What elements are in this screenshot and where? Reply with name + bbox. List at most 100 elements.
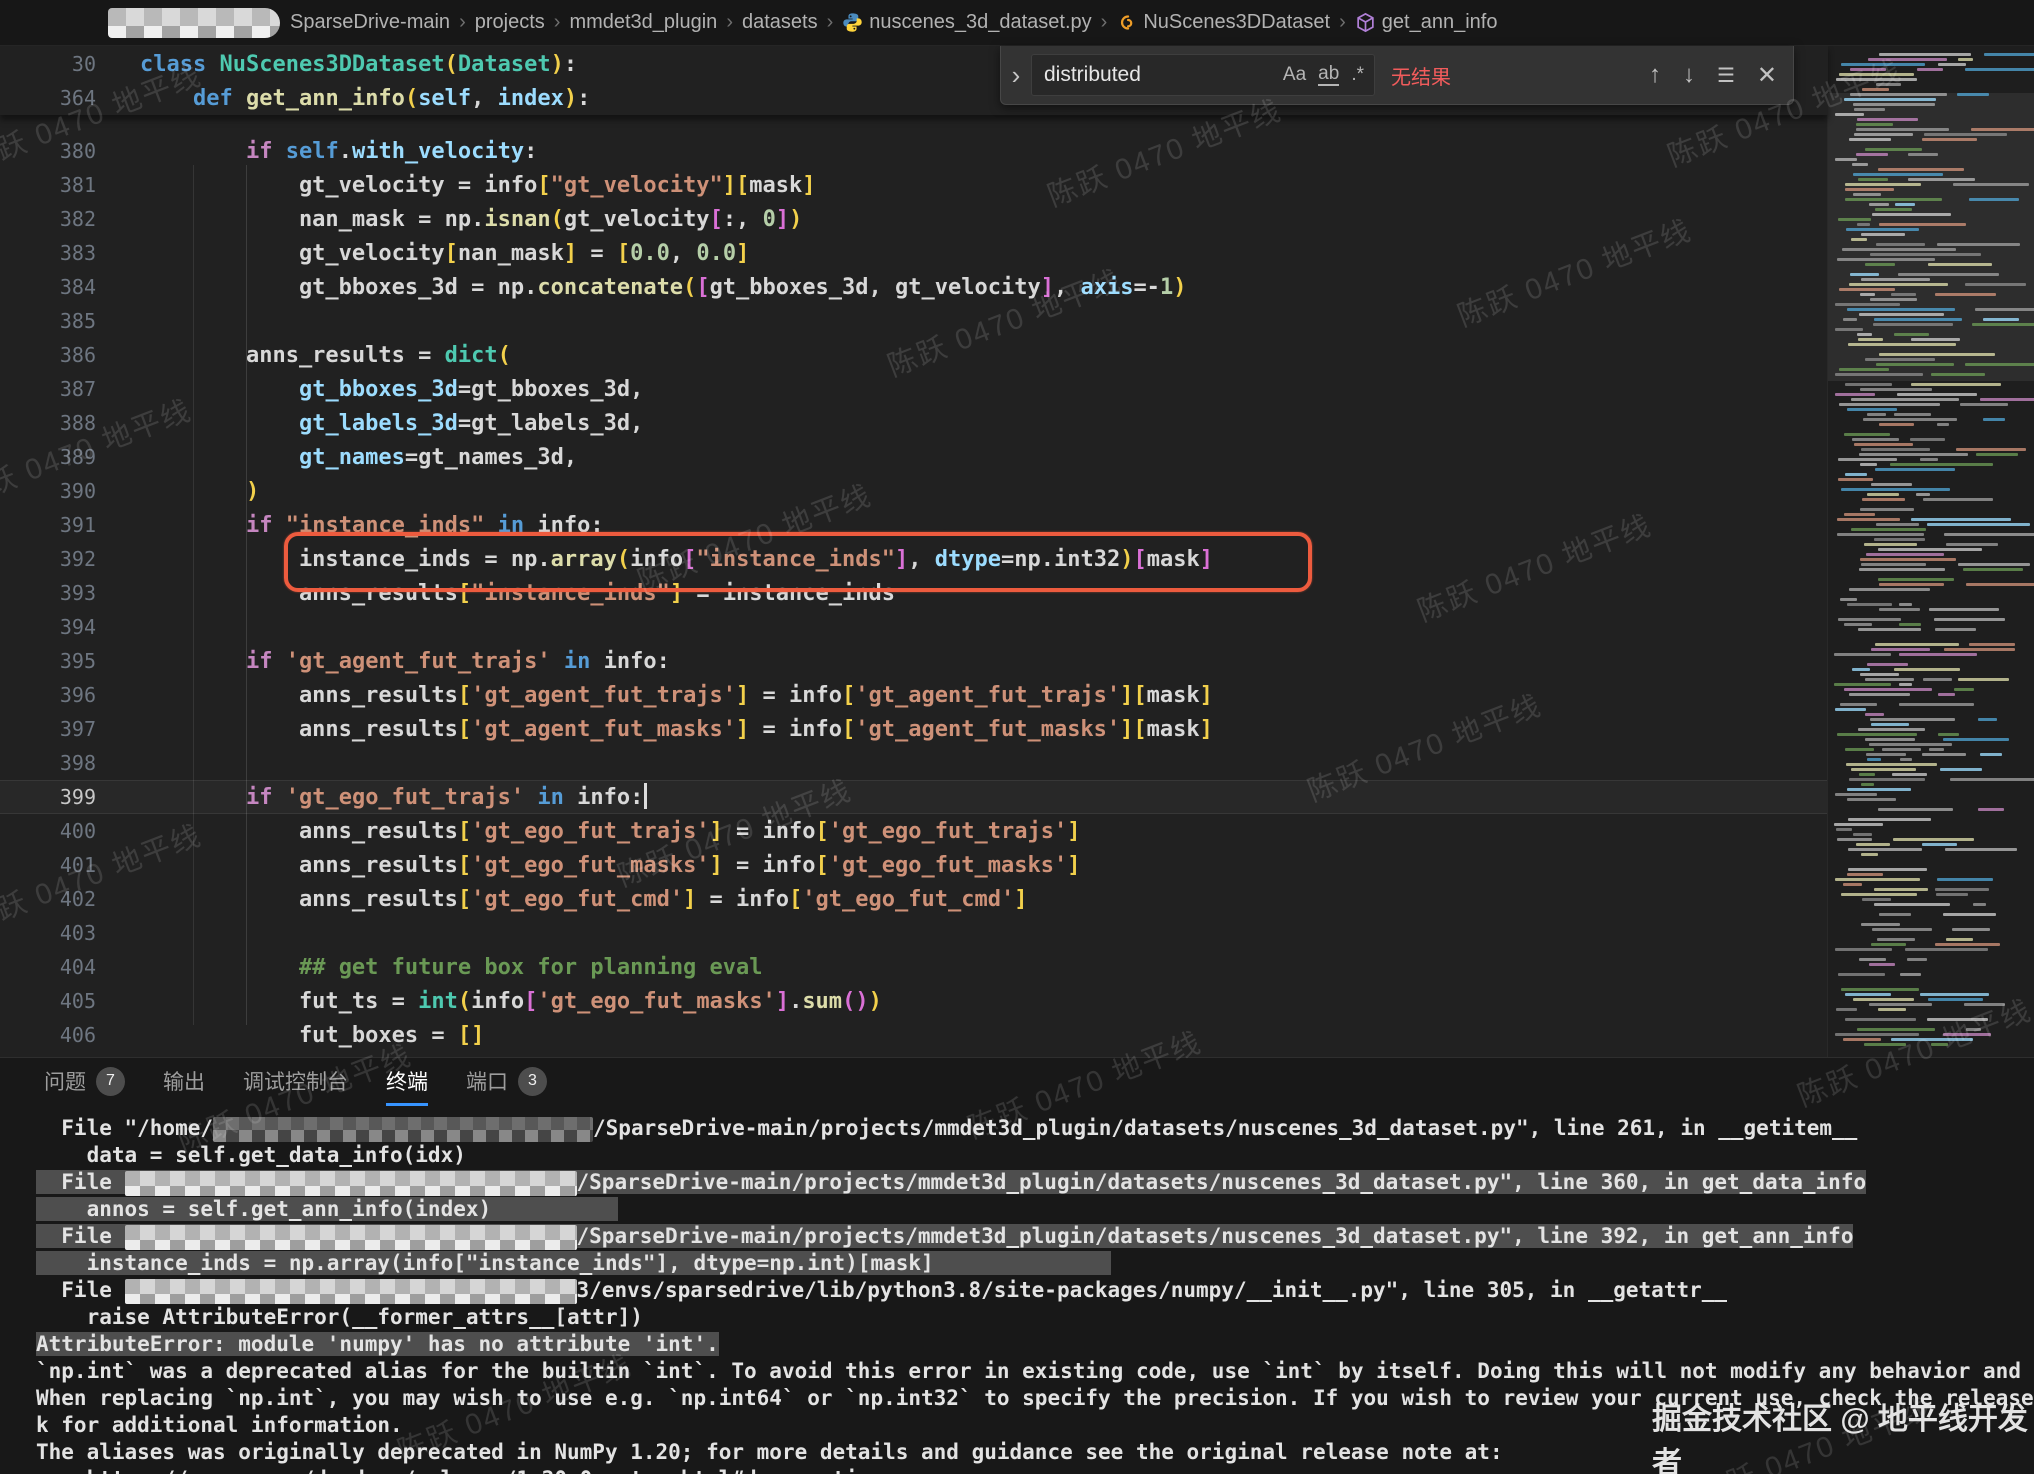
- terminal-line[interactable]: data = self.get_data_info(idx): [36, 1142, 2034, 1169]
- code-line-401[interactable]: 401 anns_results['gt_ego_fut_masks'] = i…: [0, 848, 1828, 882]
- terminal-line[interactable]: AttributeError: module 'numpy' has no at…: [36, 1331, 2034, 1358]
- code-line-405[interactable]: 405 fut_ts = int(info['gt_ego_fut_masks'…: [0, 984, 1828, 1018]
- code-editor[interactable]: 380 if self.with_velocity:381 gt_velocit…: [0, 45, 2034, 1057]
- tab-label: 终端: [386, 1066, 428, 1096]
- terminal-line[interactable]: annos = self.get_ann_info(index): [36, 1196, 2034, 1223]
- line-number: 380: [0, 134, 96, 168]
- breadcrumb-label: NuScenes3DDataset: [1143, 11, 1330, 34]
- regex-toggle[interactable]: .*: [1351, 64, 1364, 86]
- next-match-button[interactable]: ↓: [1683, 61, 1695, 89]
- breadcrumb-item-nuscenes-3d-dataset-py[interactable]: nuscenes_3d_dataset.py: [842, 11, 1091, 34]
- code-line-406[interactable]: 406 fut_boxes = []: [0, 1018, 1828, 1052]
- code-line-396[interactable]: 396 anns_results['gt_agent_fut_trajs'] =…: [0, 678, 1828, 712]
- code-line-392[interactable]: 392 instance_inds = np.array(info["insta…: [0, 542, 1828, 576]
- code-line-387[interactable]: 387 gt_bboxes_3d=gt_bboxes_3d,: [0, 372, 1828, 406]
- code-line-402[interactable]: 402 anns_results['gt_ego_fut_cmd'] = inf…: [0, 882, 1828, 916]
- breadcrumb-item-get-ann-info[interactable]: get_ann_info: [1355, 11, 1498, 34]
- breadcrumb-item-nuscenes3ddataset[interactable]: NuScenes3DDataset: [1116, 11, 1330, 34]
- code-text: ): [140, 479, 259, 504]
- code-text: anns_results["instance_inds"] = instance…: [140, 581, 895, 606]
- code-text: class NuScenes3DDataset(Dataset):: [140, 52, 577, 77]
- terminal-line[interactable]: File /SparseDrive-main/projects/mmdet3d_…: [36, 1169, 2034, 1196]
- code-line-389[interactable]: 389 gt_names=gt_names_3d,: [0, 440, 1828, 474]
- line-number: 393: [0, 576, 96, 610]
- redacted-text-block: [125, 1225, 577, 1250]
- code-line-393[interactable]: 393 anns_results["instance_inds"] = inst…: [0, 576, 1828, 610]
- code-line-400[interactable]: 400 anns_results['gt_ego_fut_trajs'] = i…: [0, 814, 1828, 848]
- code-line-386[interactable]: 386 anns_results = dict(: [0, 338, 1828, 372]
- code-line-394[interactable]: 394: [0, 610, 1828, 644]
- find-toggle-replace-chevron[interactable]: ›: [1001, 62, 1031, 88]
- method-icon: [1355, 12, 1376, 33]
- breadcrumb-separator: ›: [1330, 11, 1355, 34]
- tab-debug-console[interactable]: 调试控制台: [243, 1066, 348, 1106]
- line-number: 387: [0, 372, 96, 406]
- class-icon: [1116, 12, 1137, 33]
- previous-match-button[interactable]: ↑: [1649, 61, 1661, 89]
- terminal-line[interactable]: raise AttributeError(__former_attrs__[at…: [36, 1304, 2034, 1331]
- match-case-toggle[interactable]: Aa: [1283, 64, 1306, 86]
- code-line-404[interactable]: 404 ## get future box for planning eval: [0, 950, 1828, 984]
- code-text: anns_results = dict(: [140, 343, 511, 368]
- code-text: gt_velocity = info["gt_velocity"][mask]: [140, 173, 816, 198]
- find-in-selection-button[interactable]: ☰: [1717, 63, 1735, 88]
- line-number: 402: [0, 882, 96, 916]
- terminal-line[interactable]: File "/home//SparseDrive-main/projects/m…: [36, 1115, 2034, 1142]
- line-number: 392: [0, 542, 96, 576]
- vscode-window: SparseDrive-main › projects › mmdet3d_plugin…: [0, 0, 2034, 1474]
- terminal-line[interactable]: `np.int` was a deprecated alias for the …: [36, 1358, 2034, 1385]
- code-text: anns_results['gt_ego_fut_cmd'] = info['g…: [140, 887, 1027, 912]
- code-text: gt_labels_3d=gt_labels_3d,: [140, 411, 643, 436]
- tab-label: 端口: [466, 1066, 508, 1096]
- code-text: ## get future box for planning eval: [140, 955, 763, 980]
- code-line-395[interactable]: 395 if 'gt_agent_fut_trajs' in info:: [0, 644, 1828, 678]
- code-line-397[interactable]: 397 anns_results['gt_agent_fut_masks'] =…: [0, 712, 1828, 746]
- line-number: 398: [0, 746, 96, 780]
- terminal-line[interactable]: instance_inds = np.array(info["instance_…: [36, 1250, 2034, 1277]
- code-text: if 'gt_ego_fut_trajs' in info:: [140, 785, 647, 810]
- minimap[interactable]: [1827, 45, 2034, 1057]
- close-find-button[interactable]: ✕: [1757, 61, 1777, 90]
- terminal-line[interactable]: File 3/envs/sparsedrive/lib/python3.8/si…: [36, 1277, 2034, 1304]
- code-line-380[interactable]: 380 if self.with_velocity:: [0, 134, 1828, 168]
- redacted-text-block: [125, 1171, 577, 1196]
- tab-problems[interactable]: 问题7: [44, 1066, 125, 1106]
- breadcrumb-item-mmdet3d-plugin[interactable]: mmdet3d_plugin: [569, 11, 717, 34]
- text-cursor: [644, 783, 647, 809]
- tab-label: 问题: [44, 1066, 86, 1096]
- code-line-390[interactable]: 390 ): [0, 474, 1828, 508]
- code-text: fut_ts = int(info['gt_ego_fut_masks'].su…: [140, 989, 882, 1014]
- breadcrumb-item-projects[interactable]: projects: [475, 11, 545, 34]
- line-number: 383: [0, 236, 96, 270]
- code-line-382[interactable]: 382 nan_mask = np.isnan(gt_velocity[:, 0…: [0, 202, 1828, 236]
- code-text: anns_results['gt_ego_fut_masks'] = info[…: [140, 853, 1080, 878]
- terminal-line[interactable]: File /SparseDrive-main/projects/mmdet3d_…: [36, 1223, 2034, 1250]
- code-line-403[interactable]: 403: [0, 916, 1828, 950]
- code-line-381[interactable]: 381 gt_velocity = info["gt_velocity"][ma…: [0, 168, 1828, 202]
- line-number: 404: [0, 950, 96, 984]
- code-line-384[interactable]: 384 gt_bboxes_3d = np.concatenate([gt_bb…: [0, 270, 1828, 304]
- breadcrumb-separator: ›: [1092, 11, 1117, 34]
- find-input[interactable]: Aa ab .*: [1031, 54, 1375, 96]
- code-line-385[interactable]: 385: [0, 304, 1828, 338]
- redacted-workspace-name: [108, 8, 280, 38]
- code-line-398[interactable]: 398: [0, 746, 1828, 780]
- tab-output[interactable]: 输出: [163, 1066, 205, 1106]
- line-number: 30: [0, 47, 96, 81]
- tab-ports[interactable]: 端口3: [466, 1066, 547, 1106]
- breadcrumb-item-datasets[interactable]: datasets: [742, 11, 818, 34]
- code-text: if "instance_inds" in info:: [140, 513, 604, 538]
- find-query-input[interactable]: [1042, 62, 1271, 88]
- code-line-383[interactable]: 383 gt_velocity[nan_mask] = [0.0, 0.0]: [0, 236, 1828, 270]
- line-number: 394: [0, 610, 96, 644]
- code-text: anns_results['gt_agent_fut_masks'] = inf…: [140, 717, 1213, 742]
- line-number: 388: [0, 406, 96, 440]
- code-line-391[interactable]: 391 if "instance_inds" in info:: [0, 508, 1828, 542]
- code-line-399[interactable]: 399 if 'gt_ego_fut_trajs' in info:: [0, 780, 1828, 814]
- breadcrumb-item-sparsedrive-main[interactable]: SparseDrive-main: [290, 11, 450, 34]
- code-line-388[interactable]: 388 gt_labels_3d=gt_labels_3d,: [0, 406, 1828, 440]
- code-text: nan_mask = np.isnan(gt_velocity[:, 0]): [140, 207, 802, 232]
- whole-word-toggle[interactable]: ab: [1318, 64, 1339, 86]
- breadcrumb-label: nuscenes_3d_dataset.py: [869, 11, 1091, 34]
- tab-terminal[interactable]: 终端: [386, 1066, 428, 1106]
